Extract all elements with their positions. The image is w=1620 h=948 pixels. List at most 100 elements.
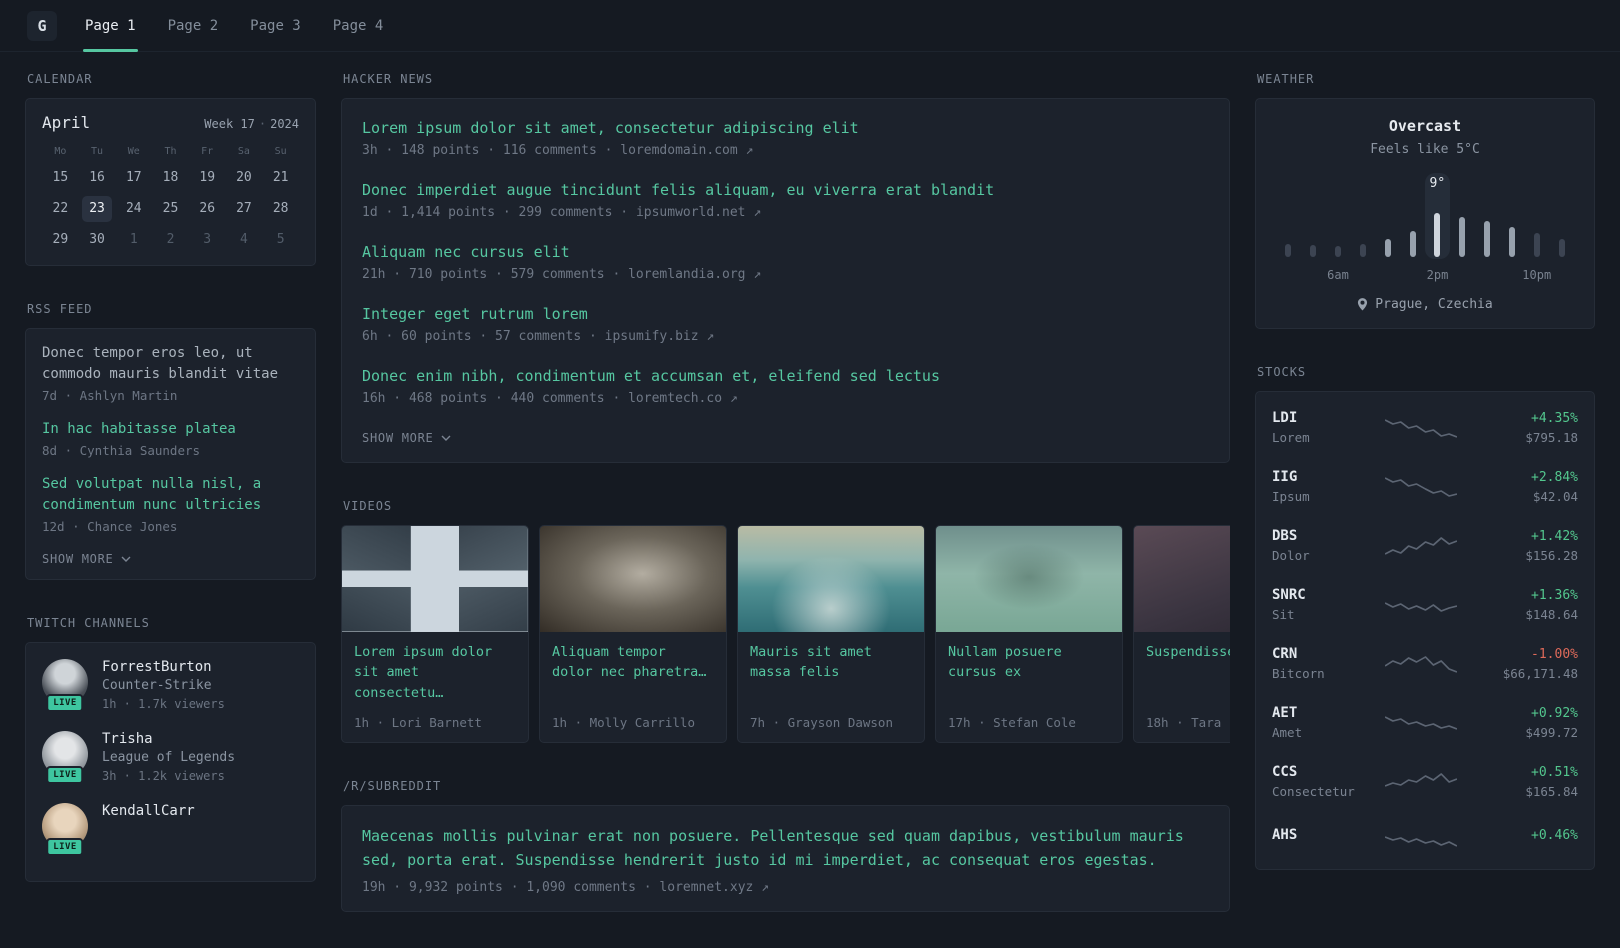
hacker-news-item-title[interactable]: Lorem ipsum dolor sit amet, consectetur … (362, 119, 1209, 137)
hacker-news-item-title[interactable]: Integer eget rutrum lorem (362, 305, 1209, 323)
sparkline-chart-icon (1385, 655, 1457, 673)
stock-symbol[interactable]: CRN (1272, 646, 1364, 662)
video-meta: 1h · Molly Carrillo (552, 714, 695, 730)
weather-temp-label: 9° (1429, 176, 1446, 191)
video-title[interactable]: Mauris sit amet massa felis (738, 632, 924, 687)
video-thumbnail[interactable] (738, 526, 924, 632)
hacker-news-item-domain-link[interactable]: ipsumify.biz ↗ (605, 329, 715, 344)
video-title[interactable]: Lorem ipsum dolor sit amet consectetu… (342, 632, 528, 707)
weather-temp-bar (1484, 221, 1491, 257)
twitch-channel-name[interactable]: Trisha (102, 731, 235, 747)
video-thumbnail[interactable] (1134, 526, 1230, 632)
stock-values: +4.35% $795.18 (1478, 411, 1578, 445)
stocks-card: LDI Lorem +4.35% $795.18 IIG Ipsum +2.84… (1255, 391, 1595, 870)
hacker-news-item-title[interactable]: Donec imperdiet augue tincidunt felis al… (362, 181, 1209, 199)
stock-price: $42.04 (1532, 488, 1578, 504)
page-tab[interactable]: Page 2 (168, 0, 219, 51)
stock-row[interactable]: CCS Consectetur +0.51% $165.84 (1272, 752, 1578, 811)
video-card[interactable]: Aliquam tempor dolor nec pharetra… 1h · … (539, 525, 727, 743)
video-thumbnail[interactable] (540, 526, 726, 632)
stock-symbol[interactable]: CCS (1272, 764, 1364, 780)
stock-row[interactable]: IIG Ipsum +2.84% $42.04 (1272, 457, 1578, 516)
subreddit-post-domain-link[interactable]: loremnet.xyz ↗ (659, 880, 769, 895)
hacker-news-item-domain-link[interactable]: loremdomain.com ↗ (620, 143, 753, 158)
stock-row[interactable]: AHS +0.46% (1272, 811, 1578, 863)
calendar-week-year: Week 17 · 2024 (204, 117, 299, 131)
video-card[interactable]: Suspendisse diam 18h · Tara (1133, 525, 1230, 743)
hacker-news-item-domain: ipsumworld.net (635, 205, 746, 220)
page-tab[interactable]: Page 1 (83, 0, 138, 52)
twitch-channel-name[interactable]: ForrestBurton (102, 659, 225, 675)
app-logo[interactable]: G (27, 10, 57, 41)
rss-show-more-button[interactable]: SHOW MORE (42, 552, 131, 566)
stock-values: +0.51% $165.84 (1478, 765, 1578, 799)
page-tab[interactable]: Page 4 (333, 0, 384, 51)
left-column: CALENDAR April Week 17 · 2024 Mo Tu We Th Fr Sa… (25, 72, 316, 918)
calendar-day-header: We (127, 146, 140, 157)
stock-symbol[interactable]: LDI (1272, 410, 1364, 426)
stock-row[interactable]: DBS Dolor +1.42% $156.28 (1272, 516, 1578, 575)
rss-item-title[interactable]: Sed volutpat nulla nisl, a condimentum n… (42, 474, 299, 516)
subreddit-post-title[interactable]: Maecenas mollis pulvinar erat non posuer… (362, 824, 1209, 872)
video-title[interactable]: Aliquam tempor dolor nec pharetra… (540, 632, 726, 687)
twitch-channel-name[interactable]: KendallCarr (102, 803, 195, 819)
twitch-widget-title: TWITCH CHANNELS (27, 616, 150, 630)
hacker-news-item-domain-link[interactable]: loremlandia.org ↗ (628, 267, 761, 282)
chevron-down-icon (121, 556, 131, 562)
video-thumbnail[interactable] (342, 526, 528, 632)
video-title[interactable]: Suspendisse diam (1134, 632, 1230, 666)
stock-symbol[interactable]: DBS (1272, 528, 1364, 544)
stock-price: $148.64 (1525, 606, 1578, 622)
twitch-channel-row[interactable]: LIVE KendallCarr (42, 803, 299, 856)
video-card[interactable]: Mauris sit amet massa felis 7h · Grayson… (737, 525, 925, 743)
stock-sparkline (1364, 709, 1478, 737)
calendar-day: 30 (89, 232, 105, 247)
rss-item-title[interactable]: In hac habitasse platea (42, 419, 299, 440)
hacker-news-widget-title: HACKER NEWS (343, 72, 434, 86)
hacker-news-item-domain-link[interactable]: loremtech.co ↗ (628, 391, 738, 406)
stock-price: $165.84 (1525, 783, 1578, 799)
stock-symbol[interactable]: IIG (1272, 469, 1364, 485)
page-tab-label: Page 2 (167, 17, 219, 34)
hacker-news-item-title[interactable]: Aliquam nec cursus elit (362, 243, 1209, 261)
weather-hour-column (1350, 173, 1375, 259)
calendar-day: 5 (276, 232, 285, 247)
twitch-channel-game: Counter-Strike (102, 678, 212, 693)
stock-symbol[interactable]: SNRC (1272, 587, 1364, 603)
calendar-day: 25 (162, 201, 179, 216)
stock-sparkline (1364, 768, 1478, 796)
weather-feels-like: Feels like 5°C (1370, 142, 1480, 157)
stock-row[interactable]: LDI Lorem +4.35% $795.18 (1272, 398, 1578, 457)
stock-sparkline (1364, 414, 1478, 442)
video-card[interactable]: Lorem ipsum dolor sit amet consectetu… 1… (341, 525, 529, 743)
rss-item-title[interactable]: Donec tempor eros leo, ut commodo mauris… (42, 343, 299, 385)
twitch-channel-row[interactable]: LIVE ForrestBurton Counter-Strike 1h · 1… (42, 659, 299, 712)
hacker-news-show-more-button[interactable]: SHOW MORE (362, 431, 451, 445)
avatar[interactable]: LIVE (42, 731, 88, 784)
video-thumbnail[interactable] (936, 526, 1122, 632)
video-card[interactable]: Nullam posuere cursus ex 17h · Stefan Co… (935, 525, 1123, 743)
separator-dot: · (258, 117, 267, 131)
weather-hour-column (1549, 173, 1574, 259)
video-meta: 7h · Grayson Dawson (750, 714, 893, 730)
external-link-arrow-icon: ↗ (745, 143, 754, 158)
hacker-news-item-domain-link[interactable]: ipsumworld.net ↗ (636, 205, 761, 220)
weather-time-axis: 6am 2pm 10pm (1276, 268, 1574, 284)
video-title[interactable]: Nullam posuere cursus ex (936, 632, 1122, 687)
stock-symbol[interactable]: AHS (1272, 827, 1364, 843)
hacker-news-list: Lorem ipsum dolor sit amet, consectetur … (362, 119, 1209, 406)
page-tab[interactable]: Page 3 (250, 0, 301, 51)
twitch-channel-row[interactable]: LIVE Trisha League of Legends 3h · 1.2k … (42, 731, 299, 784)
avatar[interactable]: LIVE (42, 803, 88, 856)
stock-symbol[interactable]: AET (1272, 705, 1364, 721)
stock-row[interactable]: CRN Bitcorn -1.00% $66,171.48 (1272, 634, 1578, 693)
calendar-day-header: Fr (201, 146, 214, 157)
stock-row[interactable]: AET Amet +0.92% $499.72 (1272, 693, 1578, 752)
hacker-news-item-title[interactable]: Donec enim nibh, condimentum et accumsan… (362, 367, 1209, 385)
stock-price: $795.18 (1525, 429, 1578, 445)
stock-row[interactable]: SNRC Sit +1.36% $148.64 (1272, 575, 1578, 634)
avatar[interactable]: LIVE (42, 659, 88, 712)
hacker-news-item-stats: 6h · 60 points · 57 comments · (362, 329, 605, 344)
calendar-day-header: Tu (91, 146, 104, 157)
calendar-year: 2024 (270, 117, 299, 131)
